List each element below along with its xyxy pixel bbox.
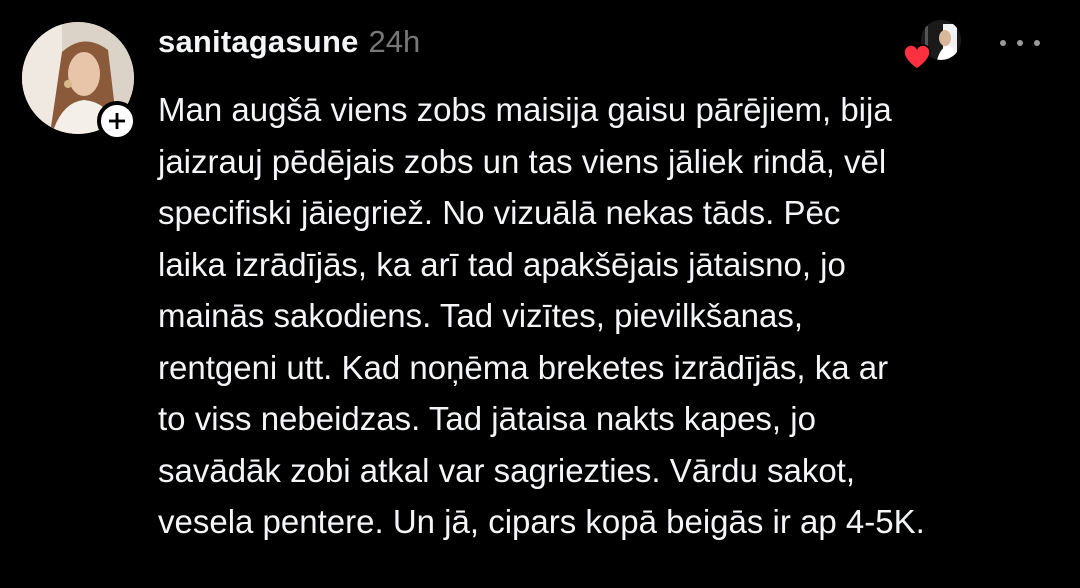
heart-icon xyxy=(903,44,931,70)
comment-line: Man augšā viens zobs maisija gaisu pārēj… xyxy=(158,91,892,128)
more-dot xyxy=(1017,40,1023,46)
more-dot xyxy=(1034,40,1040,46)
comment-line: specifiski jāiegriež. No vizuālā nekas t… xyxy=(158,194,841,231)
timestamp: 24h xyxy=(368,24,421,59)
comment-line: mainās sakodiens. Tad vizītes, pievilkša… xyxy=(158,297,804,334)
liked-by-author xyxy=(903,20,963,72)
more-dot xyxy=(1000,40,1006,46)
author-avatar-container xyxy=(22,22,137,141)
comment-line: rentgeni utt. Kad noņēma breketes izrādī… xyxy=(158,348,889,386)
username[interactable]: sanitagasune xyxy=(158,24,359,60)
comment-post: sanitagasune 24h Man augšā viens zobs ma… xyxy=(0,0,1080,588)
comment-line: to viss nebeidzas. Tad jātaisa nakts kap… xyxy=(158,400,816,437)
more-icon[interactable] xyxy=(1000,30,1040,56)
plus-icon xyxy=(109,113,125,129)
comment-text: Man augšā viens zobs maisija gaisu pārēj… xyxy=(158,84,1063,548)
comment-line: laika izrādījās, ka arī tad apakšējais j… xyxy=(158,245,846,283)
comment-header: sanitagasune 24h xyxy=(158,24,420,60)
follow-button[interactable] xyxy=(97,101,137,141)
comment-line: jaizrauj pēdējais zobs un tas viens jāli… xyxy=(158,142,887,180)
comment-line: vesela pentere. Un jā, cipars kopā beigā… xyxy=(158,503,925,540)
comment-line: savādāk zobi atkal var sagriezties. Vārd… xyxy=(158,451,856,489)
